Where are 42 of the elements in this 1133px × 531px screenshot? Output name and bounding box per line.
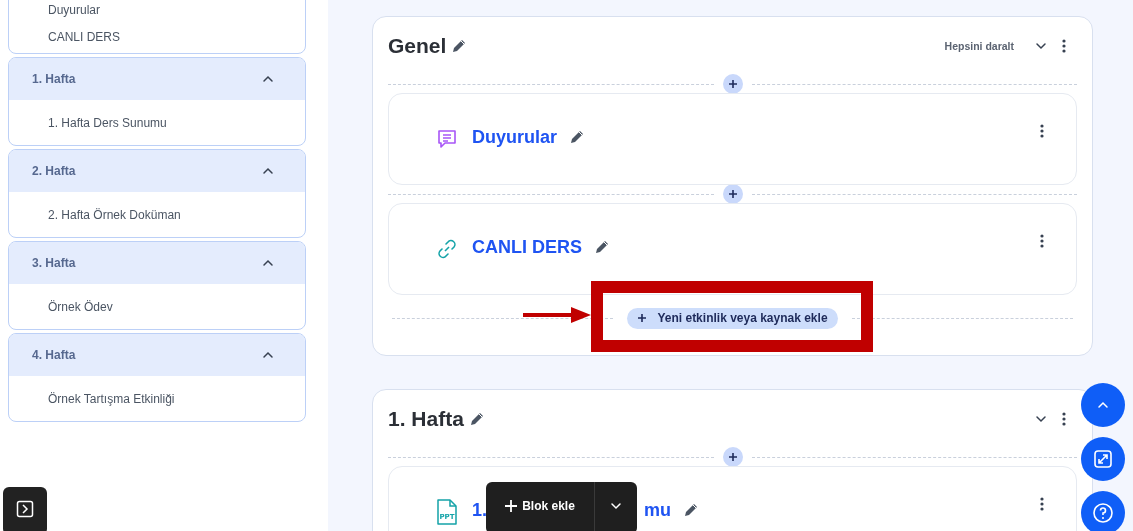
sidebar-item[interactable]: Örnek Tartışma Etkinliği (9, 392, 305, 406)
add-activity-button[interactable]: Yeni etkinlik veya kaynak ekle (627, 307, 838, 329)
pencil-icon[interactable] (569, 129, 586, 145)
section-header[interactable]: 3. Hafta (9, 242, 305, 284)
plus-icon (637, 313, 648, 323)
expand-icon (1093, 449, 1113, 469)
sidebar-item[interactable]: Örnek Ödev (9, 300, 305, 314)
section-header[interactable]: 4. Hafta (9, 334, 305, 376)
add-icon[interactable] (721, 183, 744, 205)
pencil-icon[interactable] (594, 239, 610, 255)
pencil-icon[interactable] (451, 38, 468, 54)
help-icon (1092, 502, 1114, 524)
more-icon[interactable] (1040, 234, 1044, 248)
activity-title[interactable]: 1. (472, 499, 487, 521)
drawer-toggle-button[interactable] (3, 487, 47, 531)
add-icon[interactable] (721, 73, 744, 95)
add-block-button[interactable]: Blok ekle (486, 482, 594, 531)
add-icon[interactable] (721, 446, 744, 468)
collapse-all-link[interactable]: Hepsini daralt (944, 40, 1014, 52)
section-title: 2. Hafta (32, 164, 76, 178)
section-title: 3. Hafta (32, 256, 76, 270)
activity-title[interactable]: mu (644, 499, 671, 521)
pencil-icon[interactable] (468, 411, 485, 427)
pencil-icon[interactable] (683, 502, 699, 518)
section-title: 1. Hafta (388, 407, 464, 431)
section-title: 1. Hafta (32, 72, 76, 86)
section-title: Genel (388, 34, 447, 58)
section-header[interactable]: 1. Hafta (9, 58, 305, 100)
plus-icon (505, 499, 518, 512)
section-title: 4. Hafta (32, 348, 76, 362)
sidebar-item[interactable]: 2. Hafta Örnek Doküman (9, 208, 305, 222)
sidebar-item[interactable]: Duyurular (9, 3, 305, 17)
more-icon[interactable] (1062, 412, 1066, 426)
sidebar-item[interactable]: CANLI DERS (9, 30, 305, 44)
activity-title[interactable]: Duyurular (472, 126, 558, 148)
sidebar-item[interactable]: 1. Hafta Ders Sunumu (9, 116, 305, 130)
more-icon[interactable] (1040, 124, 1044, 138)
more-icon[interactable] (1062, 39, 1066, 53)
expand-panel-icon (16, 500, 34, 518)
section-header[interactable]: 2. Hafta (9, 150, 305, 192)
more-icon[interactable] (1040, 497, 1044, 511)
activity-title[interactable]: CANLI DERS (472, 236, 582, 258)
